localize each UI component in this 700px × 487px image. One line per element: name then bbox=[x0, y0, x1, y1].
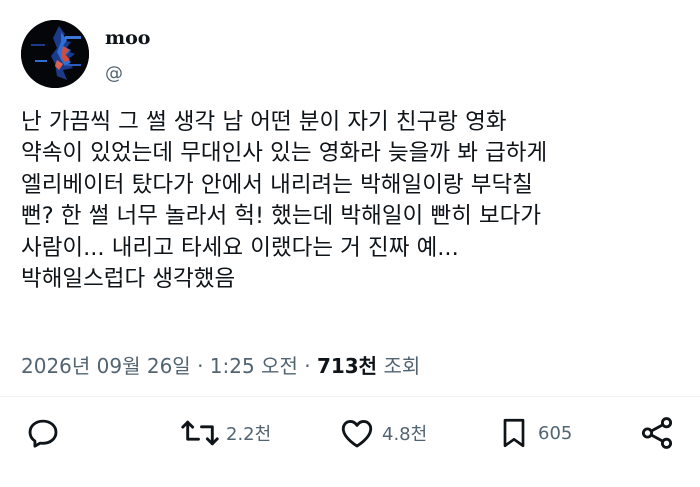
tweet-meta: 2026년 09월 26일 · 1:25 오전 · 713천 조회 bbox=[21, 352, 420, 380]
heart-icon bbox=[341, 420, 373, 448]
retweet-icon bbox=[181, 420, 219, 446]
share-button[interactable] bbox=[638, 414, 676, 452]
views-label: 조회 bbox=[383, 354, 421, 378]
display-name[interactable]: moo bbox=[105, 26, 150, 50]
user-handle[interactable]: @ bbox=[105, 62, 123, 86]
tweet-line: 뻔? 한 썰 너무 놀라서 헉! 했는데 박해일이 빤히 보다가 bbox=[21, 203, 542, 230]
tweet-line: 사람이... 내리고 타세요 이랬다는 거 진짜 예... bbox=[21, 234, 459, 261]
share-icon bbox=[641, 417, 673, 449]
divider bbox=[0, 396, 700, 397]
like-button[interactable]: 4.8천 bbox=[338, 414, 427, 452]
bookmark-button[interactable]: 605 bbox=[496, 414, 572, 452]
bookmark-count: 605 bbox=[538, 422, 573, 444]
reply-icon bbox=[28, 419, 58, 448]
retweet-button[interactable]: 2.2천 bbox=[180, 414, 271, 452]
tweet-line: 박해일스럽다 생각했음 bbox=[21, 266, 236, 293]
tweet-line: 엘리베이터 탔다가 안에서 내리려는 박해일이랑 부닥칠 bbox=[21, 171, 533, 198]
timestamp[interactable]: 2026년 09월 26일 · 1:25 오전 · bbox=[21, 354, 311, 378]
like-count: 4.8천 bbox=[382, 424, 428, 445]
tweet-line: 약속이 있었는데 무대인사 있는 영화라 늦을까 봐 급하게 bbox=[21, 140, 548, 167]
views-count: 713천 bbox=[316, 354, 378, 378]
avatar-icon bbox=[21, 20, 89, 88]
tweet-line: 난 가끔씩 그 썰 생각 남 어떤 분이 자기 친구랑 영화 bbox=[21, 109, 507, 135]
reply-button[interactable] bbox=[24, 414, 62, 452]
tweet-text: 난 가끔씩 그 썰 생각 남 어떤 분이 자기 친구랑 영화 약속이 있었는데 … bbox=[21, 107, 691, 295]
bookmark-icon bbox=[503, 418, 525, 448]
avatar[interactable] bbox=[21, 20, 89, 88]
retweet-count: 2.2천 bbox=[226, 424, 272, 445]
